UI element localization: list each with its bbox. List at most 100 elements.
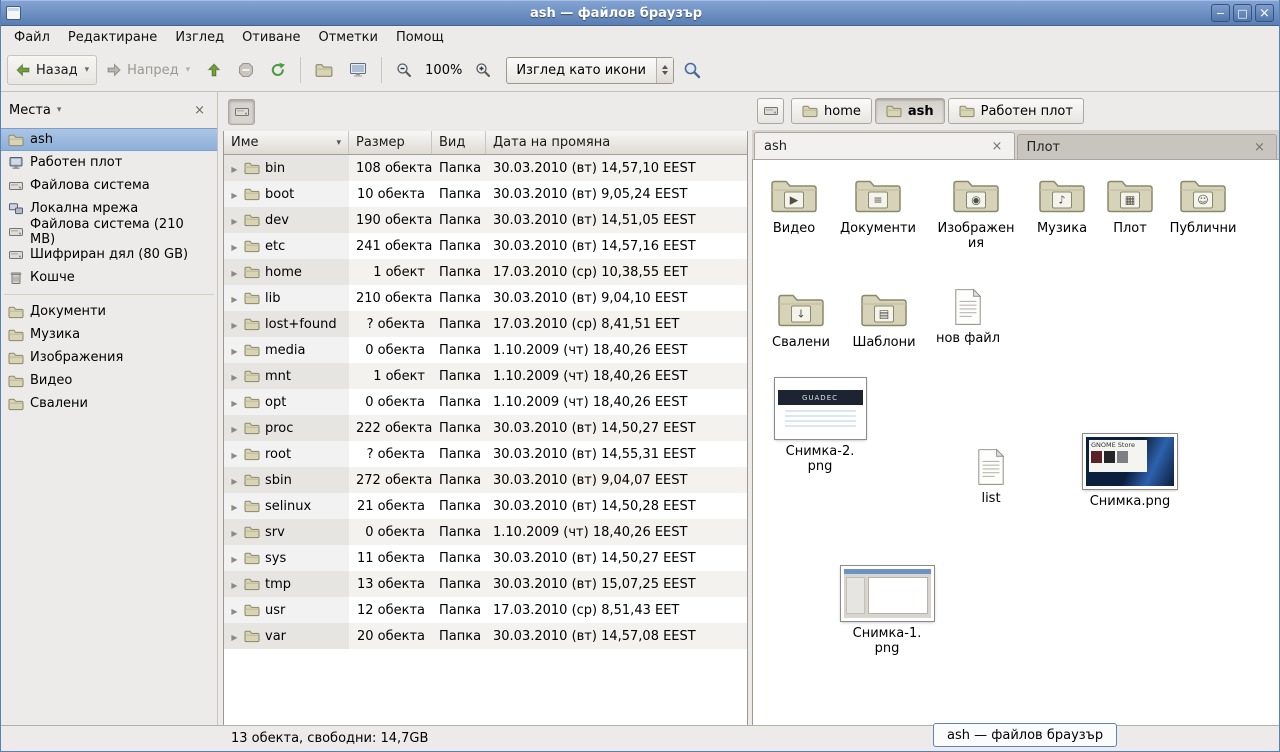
tab-close-icon[interactable]	[990, 139, 1005, 154]
file-row[interactable]: opt 0 обекта Папка 1.10.2009 (чт) 18,40,…	[224, 389, 747, 415]
column-header-name[interactable]: Име	[224, 131, 349, 154]
file-row[interactable]: boot 10 обекта Папка 30.03.2010 (вт) 9,0…	[224, 181, 747, 207]
grid-folder-item[interactable]: Шаблони	[840, 290, 928, 350]
back-history-icon[interactable]	[85, 65, 90, 75]
grid-image-item[interactable]: Снимка-1.png	[832, 566, 942, 656]
column-header-date[interactable]: Дата на промяна	[486, 131, 747, 154]
title-bar[interactable]: ash — файлов браузър	[1, 0, 1279, 26]
root-location-button[interactable]	[228, 99, 255, 125]
reload-button[interactable]	[263, 55, 293, 85]
sidebar-item[interactable]: Свалени	[1, 392, 217, 415]
places-dropdown-icon[interactable]	[57, 105, 62, 115]
grid-folder-item[interactable]: Документи	[834, 176, 922, 236]
menu-item[interactable]: Помощ	[387, 28, 453, 47]
menu-item[interactable]: Отметки	[309, 28, 386, 47]
file-row[interactable]: srv 0 обекта Папка 1.10.2009 (чт) 18,40,…	[224, 519, 747, 545]
grid-file-item[interactable]: list	[947, 448, 1035, 506]
tab[interactable]: Плот	[1017, 134, 1278, 159]
file-row[interactable]: dev 190 обекта Папка 30.03.2010 (вт) 14,…	[224, 207, 747, 233]
expander-icon[interactable]	[228, 239, 241, 254]
file-row[interactable]: var 20 обекта Папка 30.03.2010 (вт) 14,5…	[224, 623, 747, 649]
sidebar-close-icon[interactable]	[190, 102, 209, 119]
expander-icon[interactable]	[228, 629, 241, 644]
close-button[interactable]	[1255, 4, 1274, 22]
grid-file-item[interactable]: нов файл	[924, 288, 1012, 346]
sidebar-item[interactable]: Музика	[1, 323, 217, 346]
file-row[interactable]: root ? обекта Папка 30.03.2010 (вт) 14,5…	[224, 441, 747, 467]
file-row[interactable]: tmp 13 обекта Папка 30.03.2010 (вт) 15,0…	[224, 571, 747, 597]
file-row[interactable]: etc 241 обекта Папка 30.03.2010 (вт) 14,…	[224, 233, 747, 259]
expander-icon[interactable]	[228, 577, 241, 592]
sidebar-item[interactable]: Файлова система (210 MB)	[1, 220, 217, 243]
grid-image-item[interactable]: GUADEC Снимка-2.png	[768, 378, 872, 474]
grid-folder-item[interactable]: Свалени	[757, 290, 845, 350]
maximize-button[interactable]	[1233, 4, 1252, 22]
root-location-button[interactable]	[757, 98, 784, 124]
file-row[interactable]: proc 222 обекта Папка 30.03.2010 (вт) 14…	[224, 415, 747, 441]
sidebar-item[interactable]: Изображения	[1, 346, 217, 369]
file-row[interactable]: usr 12 обекта Папка 17.03.2010 (ср) 8,51…	[224, 597, 747, 623]
expander-icon[interactable]	[228, 447, 241, 462]
expander-icon[interactable]	[228, 369, 241, 384]
file-row[interactable]: sys 11 обекта Папка 30.03.2010 (вт) 14,5…	[224, 545, 747, 571]
file-type: Папка	[432, 421, 486, 436]
view-selector[interactable]: Изглед като икони	[506, 57, 674, 84]
back-button[interactable]: Назад	[7, 55, 97, 85]
expander-icon[interactable]	[228, 317, 241, 332]
expander-icon[interactable]	[228, 499, 241, 514]
grid-image-item[interactable]: GNOME Store Снимка.png	[1075, 434, 1185, 509]
up-button[interactable]	[199, 55, 229, 85]
menu-item[interactable]: Редактиране	[59, 28, 166, 47]
zoom-in-button[interactable]	[468, 55, 498, 85]
file-row[interactable]: mnt 1 обект Папка 1.10.2009 (чт) 18,40,2…	[224, 363, 747, 389]
window-list-button[interactable]: ash — файлов браузър	[933, 723, 1117, 747]
forward-history-icon[interactable]	[186, 65, 191, 75]
sidebar-item[interactable]: ash	[1, 128, 217, 151]
grid-folder-item[interactable]: Публични	[1159, 176, 1247, 236]
file-row[interactable]: lost+found ? обекта Папка 17.03.2010 (ср…	[224, 311, 747, 337]
sidebar-item[interactable]: Видео	[1, 369, 217, 392]
sidebar-item[interactable]: Файлова система	[1, 174, 217, 197]
expander-icon[interactable]	[228, 395, 241, 410]
expander-icon[interactable]	[228, 551, 241, 566]
forward-button[interactable]: Напред	[99, 55, 197, 85]
expander-icon[interactable]	[228, 291, 241, 306]
grid-folder-item[interactable]: Изображения	[936, 176, 1016, 251]
expander-icon[interactable]	[228, 525, 241, 540]
sidebar-item[interactable]: Кошче	[1, 266, 217, 289]
column-header-size[interactable]: Размер	[349, 131, 432, 154]
tab[interactable]: ash	[754, 132, 1015, 159]
file-row[interactable]: media 0 обекта Папка 1.10.2009 (чт) 18,4…	[224, 337, 747, 363]
zoom-out-button[interactable]	[389, 55, 419, 85]
expander-icon[interactable]	[228, 421, 241, 436]
sidebar-item[interactable]: Работен плот	[1, 151, 217, 174]
sidebar-item[interactable]: Документи	[1, 300, 217, 323]
path-button[interactable]: ash	[875, 98, 945, 124]
menu-item[interactable]: Файл	[5, 28, 59, 47]
stop-button[interactable]	[231, 55, 261, 85]
menu-item[interactable]: Изглед	[166, 28, 233, 47]
computer-button[interactable]	[342, 55, 374, 85]
path-button[interactable]: Работен плот	[948, 98, 1084, 124]
expander-icon[interactable]	[228, 473, 241, 488]
file-row[interactable]: sbin 272 обекта Папка 30.03.2010 (вт) 9,…	[224, 467, 747, 493]
file-row[interactable]: bin 108 обекта Папка 30.03.2010 (вт) 14,…	[224, 155, 747, 181]
expander-icon[interactable]	[228, 343, 241, 358]
grid-folder-item[interactable]: Видео	[752, 176, 838, 236]
home-button[interactable]	[308, 55, 340, 85]
minimize-button[interactable]	[1211, 4, 1230, 22]
expander-icon[interactable]	[228, 265, 241, 280]
expander-icon[interactable]	[228, 213, 241, 228]
search-button[interactable]	[676, 55, 708, 85]
file-row[interactable]: lib 210 обекта Папка 30.03.2010 (вт) 9,0…	[224, 285, 747, 311]
file-row[interactable]: home 1 обект Папка 17.03.2010 (ср) 10,38…	[224, 259, 747, 285]
expander-icon[interactable]	[228, 603, 241, 618]
expander-icon[interactable]	[228, 187, 241, 202]
column-header-type[interactable]: Вид	[432, 131, 486, 154]
menu-item[interactable]: Отиване	[233, 28, 309, 47]
sidebar-item[interactable]: Шифриран дял (80 GB)	[1, 243, 217, 266]
tab-close-icon[interactable]	[1252, 140, 1267, 155]
file-row[interactable]: selinux 21 обекта Папка 30.03.2010 (вт) …	[224, 493, 747, 519]
path-button[interactable]: home	[791, 98, 872, 124]
expander-icon[interactable]	[228, 161, 241, 176]
